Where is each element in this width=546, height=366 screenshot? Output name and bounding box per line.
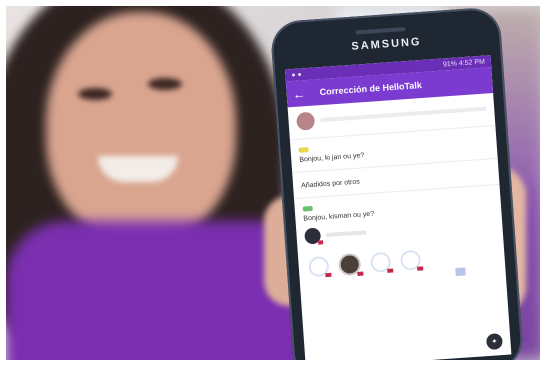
woman-face — [46, 12, 236, 242]
app-title: Corrección de HelloTalk — [319, 80, 423, 98]
author-avatar[interactable] — [296, 111, 316, 131]
bar-chart-icon[interactable] — [455, 267, 466, 277]
participant-avatar[interactable] — [337, 252, 364, 277]
corrector-avatar[interactable] — [304, 227, 322, 245]
phone-brand: SAMSUNG — [351, 35, 422, 53]
flag-icon — [417, 266, 424, 271]
flag-icon — [387, 268, 394, 273]
left-eye — [78, 88, 112, 100]
participant-avatar[interactable] — [399, 249, 424, 271]
flag-icon — [357, 271, 364, 276]
correction-badge — [302, 205, 313, 212]
battery-level: 91% — [442, 60, 458, 68]
hellotalk-fab-icon[interactable]: ✦ — [485, 333, 503, 351]
original-badge — [298, 147, 309, 153]
author-name-placeholder — [320, 106, 487, 123]
status-time: 4:52 PM — [458, 58, 486, 67]
photo-frame: SAMSUNG ● ● 91% 4:52 PM ← Corrección de … — [6, 6, 540, 360]
status-right: 91% 4:52 PM — [443, 58, 485, 68]
phone-speaker — [355, 27, 406, 35]
smartphone: SAMSUNG ● ● 91% 4:52 PM ← Corrección de … — [269, 6, 525, 360]
status-icons: ● ● — [291, 70, 303, 79]
participant-avatar[interactable] — [369, 251, 394, 273]
right-eye — [148, 78, 182, 90]
flag-icon — [325, 272, 332, 278]
corrector-name-placeholder — [326, 230, 367, 238]
participant-avatar[interactable] — [308, 255, 332, 278]
phone-screen: ● ● 91% 4:52 PM ← Corrección de HelloTal… — [284, 55, 512, 360]
back-arrow-icon[interactable]: ← — [292, 86, 306, 102]
